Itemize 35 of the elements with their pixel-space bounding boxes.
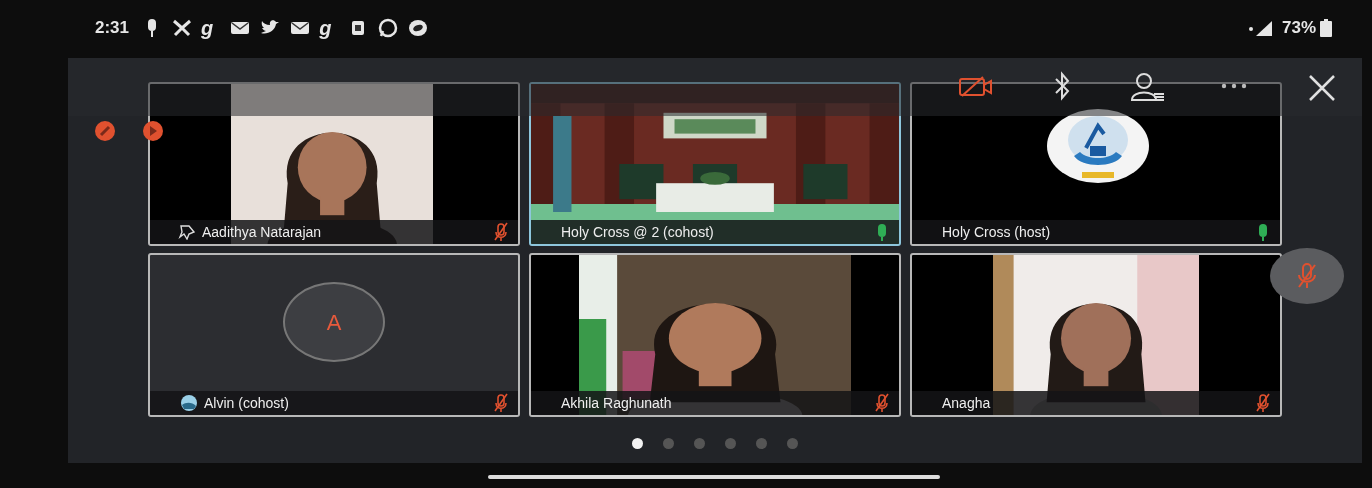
video-tile[interactable]: Holy Cross @ 2 (cohost) — [529, 82, 901, 246]
signal-icon — [1247, 18, 1274, 37]
video-tile[interactable]: Akhila Raghunath — [529, 253, 901, 417]
participant-name: Anagha — [942, 393, 991, 413]
notification-glyph: g — [319, 17, 332, 38]
participants-icon[interactable] — [1130, 72, 1166, 102]
participant-name: Aadithya Natarajan — [202, 222, 322, 242]
page-dot[interactable] — [756, 438, 767, 449]
notification-glyph: g — [201, 17, 214, 38]
page-dot[interactable] — [787, 438, 798, 449]
page-dot[interactable] — [725, 438, 736, 449]
participant-name: Akhila Raghunath — [561, 393, 672, 413]
page-dot[interactable] — [663, 438, 674, 449]
bluetooth-icon[interactable] — [1053, 71, 1071, 101]
camera-off-icon[interactable] — [958, 74, 994, 100]
close-icon[interactable] — [1308, 74, 1336, 102]
video-tile[interactable]: Aadithya Natarajan — [148, 82, 520, 246]
video-tile[interactable]: Anagha — [910, 253, 1282, 417]
clock-time: 2:31 — [95, 16, 130, 39]
participant-name: Holy Cross @ 2 (cohost) — [561, 222, 714, 242]
logo-icon — [1046, 108, 1150, 184]
battery-percent: 73% — [1281, 16, 1316, 39]
pin-icon[interactable] — [178, 224, 196, 240]
left-status-icon[interactable] — [92, 120, 118, 142]
battery-icon — [1320, 18, 1332, 37]
page-dot[interactable] — [632, 438, 643, 449]
more-icon[interactable] — [1220, 82, 1248, 90]
chat-icon — [377, 16, 400, 39]
participant-name: Holy Cross (host) — [942, 222, 1051, 242]
participant-name: Alvin (cohost) — [204, 393, 289, 413]
muted-microphone-icon — [1296, 262, 1318, 290]
video-tile[interactable]: A Alvin (cohost) — [148, 253, 520, 417]
video-tile[interactable]: Holy Cross (host) — [910, 82, 1282, 246]
avatar-initial: A — [283, 282, 385, 363]
page-dot[interactable] — [694, 438, 705, 449]
